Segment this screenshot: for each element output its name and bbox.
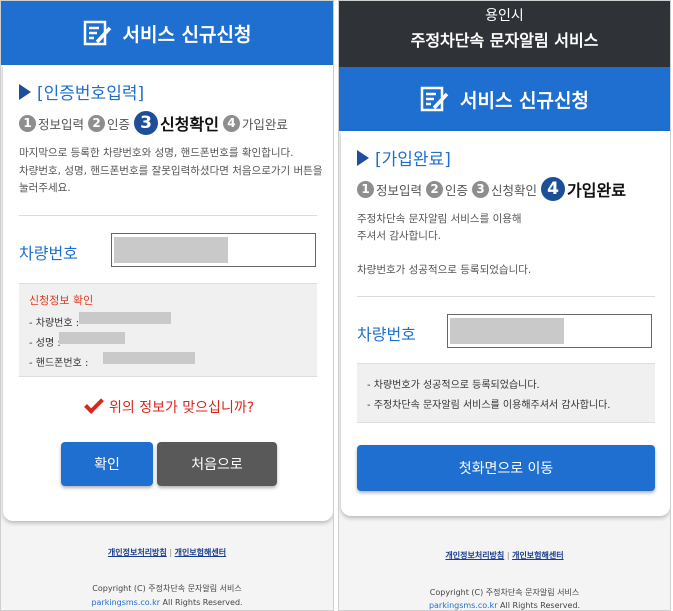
step-2: 2 인증 bbox=[426, 180, 468, 199]
top-app-bar: 용인시 주정차단속 문자알림 서비스 bbox=[339, 1, 670, 67]
step-4: 4 가입완료 bbox=[222, 114, 288, 133]
confirm-question: 위의 정보가 맞으십니까? bbox=[84, 394, 255, 417]
step-number: 2 bbox=[426, 180, 444, 198]
confirm-button[interactable]: 확인 bbox=[61, 442, 153, 486]
content-card: [인증번호입력] 1 정보입력 2 인증 3 신청확인 4 가입완료 마지막으로 등록한… bbox=[3, 65, 333, 521]
domain-link[interactable]: parkingsms.co.kr bbox=[91, 598, 160, 607]
footer-links: 개인정보처리방침 | 개인보험해센터 bbox=[1, 547, 333, 558]
section-title: [인증번호입력] bbox=[19, 79, 144, 104]
step-number: 1 bbox=[357, 180, 374, 198]
city-name: 용인시 bbox=[485, 8, 524, 24]
info-thanks: - 주정차단속 문자알림 서비스를 이용해주셔서 감사합니다. bbox=[367, 400, 611, 411]
step-label: 가입완료 bbox=[241, 116, 288, 132]
step-label: 신청확인 bbox=[160, 115, 219, 134]
privacy-policy-link[interactable]: 개인정보처리방침 bbox=[445, 551, 504, 560]
privacy-policy-link[interactable]: 개인정보처리방침 bbox=[108, 548, 167, 557]
section-title: [가입완료] bbox=[357, 145, 451, 170]
rights-text: All Rights Reserved. bbox=[500, 601, 581, 610]
step-label: 가입완료 bbox=[567, 181, 626, 200]
domain-line: parkingsms.co.kr All Rights Reserved. bbox=[1, 598, 333, 607]
content-card: [가입완료] 1 정보입력 2 인증 3 신청확인 4 가입완료 주정차단속 문자알림 … bbox=[341, 131, 670, 516]
redacted-value bbox=[79, 312, 171, 324]
thanks-line-1: 주정차단속 문자알림 서비스를 이용해 bbox=[357, 213, 522, 225]
step-3: 3 신청확인 bbox=[472, 180, 537, 199]
confirm-question-text: 위의 정보가 맞으십니까? bbox=[109, 400, 255, 416]
description-1: 마지막으로 등록한 차량번호와 성명, 핸드폰번호를 확인합니다. bbox=[19, 147, 294, 159]
check-icon bbox=[84, 394, 104, 414]
header-title: 서비스 신규신청 bbox=[460, 89, 589, 112]
separator: | bbox=[506, 551, 510, 560]
section-title-text: [가입완료] bbox=[375, 150, 451, 170]
redacted-value bbox=[59, 332, 125, 344]
triangle-icon bbox=[357, 149, 369, 166]
registered-message: 차량번호가 성공적으로 등록되었습니다. bbox=[357, 264, 532, 276]
step-label: 정보입력 bbox=[38, 116, 85, 132]
description-2b: 눌러주세요. bbox=[19, 182, 71, 194]
vehicle-number-label: 차량번호 bbox=[19, 244, 78, 263]
step-number: 1 bbox=[19, 114, 36, 132]
screen-step3-confirm: 서비스 신규신청 [인증번호입력] 1 정보입력 2 인증 3 신청확인 4 가입완료 … bbox=[0, 0, 334, 611]
step-label: 정보입력 bbox=[376, 182, 423, 198]
domain-line: parkingsms.co.kr All Rights Reserved. bbox=[339, 601, 670, 610]
edit-form-icon bbox=[420, 86, 449, 112]
footer-links: 개인정보처리방침 | 개인보험해센터 bbox=[339, 550, 670, 561]
info-registered: - 차량번호가 성공적으로 등록되었습니다. bbox=[367, 380, 540, 391]
redacted-value bbox=[103, 352, 195, 364]
result-info-box: - 차량번호가 성공적으로 등록되었습니다. - 주정차단속 문자알림 서비스를… bbox=[357, 363, 655, 423]
step-number: 3 bbox=[134, 111, 159, 135]
service-name: 주정차단속 문자알림 서비스 bbox=[410, 31, 599, 50]
info-title: 신청정보 확인 bbox=[29, 294, 94, 307]
redacted-value bbox=[450, 318, 564, 344]
vehicle-number-input[interactable] bbox=[111, 233, 316, 267]
step-number: 2 bbox=[88, 114, 106, 132]
step-indicator: 1 정보입력 2 인증 3 신청확인 4 가입완료 bbox=[19, 111, 292, 135]
step-number: 3 bbox=[472, 180, 490, 198]
step-indicator: 1 정보입력 2 인증 3 신청확인 4 가입완료 bbox=[357, 177, 630, 201]
info-vehicle-number: - 차량번호 : bbox=[29, 318, 80, 329]
application-info-box: 신청정보 확인 - 차량번호 : - 성명 : - 핸드폰번호 : bbox=[19, 283, 317, 377]
go-home-button[interactable]: 첫화면으로 이동 bbox=[357, 445, 655, 491]
step-4-active: 4 가입완료 bbox=[541, 177, 626, 201]
step-2: 2 인증 bbox=[88, 114, 130, 133]
service-header: 서비스 신규신청 bbox=[1, 1, 333, 65]
separator: | bbox=[169, 548, 173, 557]
edit-form-icon bbox=[83, 20, 111, 46]
step-1: 1 정보입력 bbox=[357, 180, 422, 199]
step-number: 4 bbox=[222, 114, 240, 132]
header-title: 서비스 신규신청 bbox=[122, 23, 252, 46]
vehicle-number-label: 차량번호 bbox=[357, 325, 416, 344]
copyright: Copyright (C) 주정차단속 문자알림 서비스 bbox=[92, 584, 242, 593]
privacy-center-link[interactable]: 개인보험해센터 bbox=[512, 551, 564, 560]
step-number: 4 bbox=[541, 177, 566, 201]
description-2a: 차량번호, 성명, 핸드폰번호를 잘못입력하셨다면 처음으로가기 버튼을 bbox=[19, 165, 323, 177]
domain-link[interactable]: parkingsms.co.kr bbox=[429, 601, 498, 610]
copyright: Copyright (C) 주정차단속 문자알림 서비스 bbox=[429, 588, 580, 597]
section-title-text: [인증번호입력] bbox=[37, 84, 145, 104]
step-1: 1 정보입력 bbox=[19, 114, 84, 133]
divider bbox=[19, 215, 317, 216]
info-name: - 성명 : bbox=[29, 338, 61, 349]
divider bbox=[357, 296, 655, 297]
screen-step4-complete: 용인시 주정차단속 문자알림 서비스 서비스 신규신청 [가입완료] 1 정보입력… bbox=[338, 0, 671, 611]
info-phone: - 핸드폰번호 : bbox=[29, 358, 89, 369]
privacy-center-link[interactable]: 개인보험해센터 bbox=[175, 548, 227, 557]
step-label: 인증 bbox=[445, 182, 469, 198]
service-header: 서비스 신규신청 bbox=[339, 67, 670, 131]
thanks-line-2: 주셔서 감사합니다. bbox=[357, 230, 441, 242]
vehicle-number-display bbox=[447, 314, 652, 348]
step-label: 신청확인 bbox=[491, 182, 538, 198]
triangle-icon bbox=[19, 83, 31, 100]
restart-button[interactable]: 처음으로 bbox=[157, 442, 277, 486]
step-3-active: 3 신청확인 bbox=[134, 111, 219, 135]
rights-text: All Rights Reserved. bbox=[162, 598, 243, 607]
step-label: 인증 bbox=[107, 116, 131, 132]
redacted-value bbox=[114, 237, 228, 263]
